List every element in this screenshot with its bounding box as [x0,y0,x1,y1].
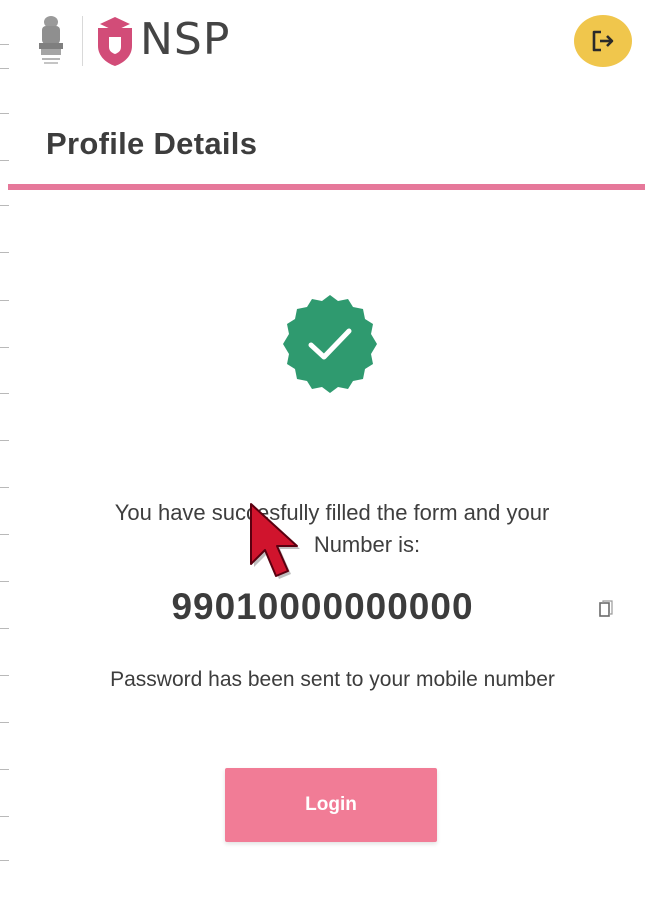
login-button[interactable]: Login [225,768,437,842]
copy-icon[interactable] [598,600,614,620]
title-underline [8,184,645,190]
app-header: NSP [0,0,645,95]
password-sent-note: Password has been sent to your mobile nu… [110,668,555,691]
nsp-shield-icon [94,14,136,68]
logout-button[interactable] [574,15,632,67]
mouse-cursor-icon [243,500,313,586]
left-rule-strip [0,0,12,900]
nsp-number-row: 99010000000000 [0,586,645,628]
success-message: You have succesfully filled the form and… [40,497,624,561]
success-check-icon [278,292,382,396]
logout-icon [592,30,614,52]
india-emblem-icon [36,14,66,68]
brand-name: NSP [140,14,231,65]
brand-divider [82,16,83,66]
nsp-number: 99010000000000 [171,586,474,627]
page-title: Profile Details [46,126,258,161]
